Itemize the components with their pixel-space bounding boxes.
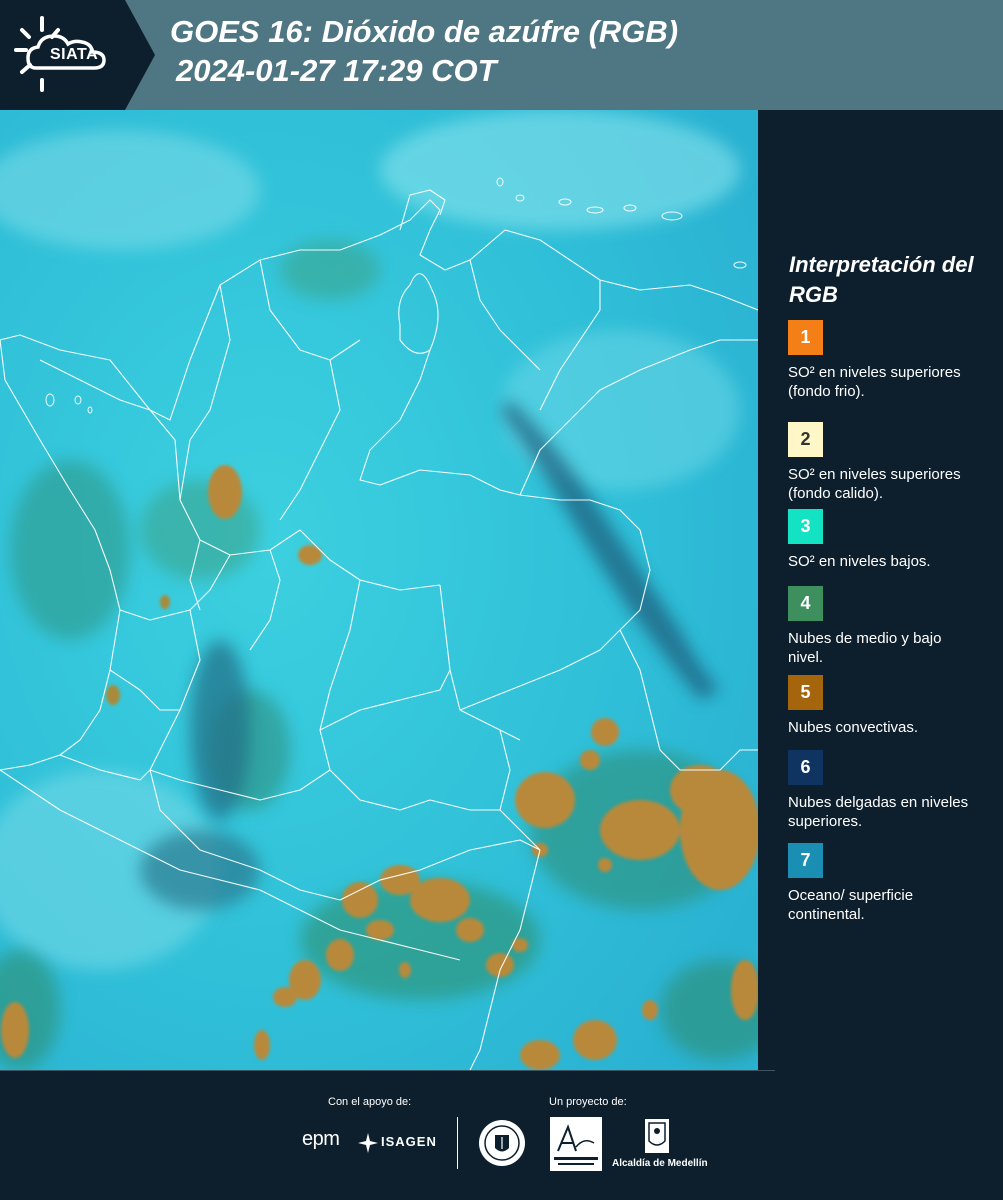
siata-brand-text: SIATA bbox=[50, 46, 99, 63]
epm-logo[interactable]: epm bbox=[302, 1128, 340, 1151]
footer: Con el apoyo de: Un proyecto de: epm ISA… bbox=[0, 1070, 1003, 1200]
legend-swatch: 7 bbox=[788, 843, 823, 878]
legend-label: Nubes de medio y bajo nivel. bbox=[788, 630, 942, 666]
legend-swatch: 1 bbox=[788, 320, 823, 355]
legend-item: 4 Nubes de medio y bajo nivel. bbox=[788, 586, 978, 667]
page-title: GOES 16: Dióxido de azúfre (RGB) bbox=[170, 14, 679, 49]
legend-swatch: 3 bbox=[788, 509, 823, 544]
legend-label: SO² en niveles superiores (fondo frio). bbox=[788, 364, 961, 400]
seal-logo[interactable] bbox=[477, 1118, 527, 1168]
header: SIATA GOES 16: Dióxido de azúfre (RGB) 2… bbox=[0, 0, 1003, 110]
legend-item: 3 SO² en niveles bajos. bbox=[788, 509, 978, 571]
satellite-map[interactable] bbox=[0, 110, 758, 1070]
legend-label: Nubes convectivas. bbox=[788, 719, 919, 736]
footer-separator bbox=[0, 1070, 775, 1071]
support-label: Con el apoyo de: bbox=[328, 1096, 412, 1108]
page-timestamp: 2024-01-27 17:29 COT bbox=[176, 53, 497, 88]
area-metropolitana-logo[interactable] bbox=[550, 1117, 602, 1171]
isagen-icon bbox=[358, 1133, 378, 1153]
legend-label: SO² en niveles superiores (fondo calido)… bbox=[788, 466, 961, 502]
legend-item: 2 SO² en niveles superiores (fondo calido… bbox=[788, 422, 978, 503]
alcaldia-shield-icon[interactable] bbox=[640, 1117, 674, 1157]
legend-item: 7 Oceano/ superficie continental. bbox=[788, 843, 978, 924]
legend-item: 5 Nubes convectivas. bbox=[788, 675, 978, 737]
alcaldia-label: Alcaldía de Medellín bbox=[612, 1158, 708, 1169]
legend-title: Interpretación del RGB bbox=[789, 252, 974, 307]
footer-divider bbox=[457, 1117, 458, 1169]
legend-item: 1 SO² en niveles superiores (fondo frio). bbox=[788, 320, 978, 401]
legend-swatch: 5 bbox=[788, 675, 823, 710]
legend-swatch: 4 bbox=[788, 586, 823, 621]
satellite-imagery bbox=[0, 110, 758, 1070]
siata-logo[interactable]: SIATA bbox=[0, 0, 155, 110]
legend-swatch: 2 bbox=[788, 422, 823, 457]
isagen-logo[interactable]: ISAGEN bbox=[381, 1134, 437, 1149]
legend-panel: Interpretación del RGB 1 SO² en niveles s… bbox=[758, 110, 1003, 1070]
legend-label: Nubes delgadas en niveles superiores. bbox=[788, 794, 969, 830]
legend-item: 6 Nubes delgadas en niveles superiores. bbox=[788, 750, 978, 831]
legend-swatch: 6 bbox=[788, 750, 823, 785]
legend-label: Oceano/ superficie continental. bbox=[788, 887, 914, 923]
legend-label: SO² en niveles bajos. bbox=[788, 553, 931, 570]
project-label: Un proyecto de: bbox=[549, 1096, 627, 1108]
